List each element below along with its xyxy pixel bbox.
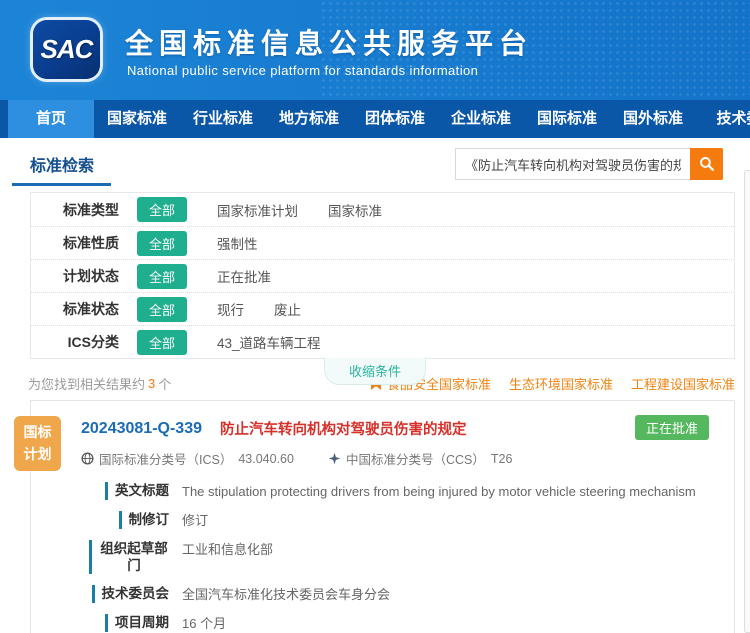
filter-label: 标准类型 — [49, 200, 119, 220]
filter-all-button[interactable]: 全部 — [137, 231, 187, 256]
card-head: 20243081-Q-339 防止汽车转向机构对驾驶员伤害的规定 — [31, 401, 734, 439]
detail-label: 项目周期 — [115, 614, 169, 632]
detail-value: 全国汽车标准化技术委员会车身分会 — [182, 585, 390, 603]
filter-all-button[interactable]: 全部 — [137, 330, 187, 355]
magnifier-icon — [699, 156, 715, 172]
detail-value: 16 个月 — [182, 614, 226, 632]
quick-link-engineering[interactable]: 工程建设国家标准 — [631, 374, 735, 393]
section-title-underline — [12, 183, 111, 186]
label-bar — [119, 511, 122, 529]
page: SAC 全国标准信息公共服务平台 National public service… — [0, 0, 750, 633]
search-input[interactable] — [455, 148, 690, 180]
ccs-value: T26 — [491, 452, 513, 466]
detail-row-drafting-department: 组织起草部门 工业和信息化部 — [73, 540, 734, 574]
filter-row-standard-status: 标准状态 全部 现行 废止 — [31, 292, 734, 325]
label-bar — [89, 540, 92, 574]
results-count-prefix: 为您找到相关结果约 — [28, 374, 145, 393]
standard-number-link[interactable]: 20243081-Q-339 — [81, 420, 202, 438]
filter-label: 标准状态 — [49, 299, 119, 319]
detail-row-project-period: 项目周期 16 个月 — [73, 614, 734, 632]
sac-logo[interactable]: SAC — [33, 20, 100, 79]
filter-row-ics-category: ICS分类 全部 43_道路车辆工程 — [31, 325, 734, 358]
detail-label: 英文标题 — [115, 482, 169, 500]
sac-logo-text: SAC — [41, 34, 93, 65]
filter-option[interactable]: 现行 — [217, 299, 244, 319]
filter-panel: 标准类型 全部 国家标准计划 国家标准 标准性质 全部 强制性 计划状态 全部 … — [30, 192, 735, 359]
status-badge: 正在批准 — [635, 415, 709, 440]
filter-all-button[interactable]: 全部 — [137, 264, 187, 289]
detail-value: 修订 — [182, 511, 208, 529]
standard-title-link[interactable]: 防止汽车转向机构对驾驶员伤害的规定 — [220, 418, 467, 439]
badge-line2: 计划 — [24, 444, 52, 466]
nav-item-home[interactable]: 首页 — [8, 100, 94, 138]
search-box — [455, 148, 723, 180]
side-panel-edge[interactable] — [744, 170, 750, 633]
card-details: 英文标题 The stipulation protecting drivers … — [31, 468, 734, 632]
filter-row-standard-nature: 标准性质 全部 强制性 — [31, 226, 734, 259]
nav-item-local-standards[interactable]: 地方标准 — [266, 100, 352, 138]
nav-item-group-standards[interactable]: 团体标准 — [352, 100, 438, 138]
filter-row-standard-type: 标准类型 全部 国家标准计划 国家标准 — [31, 193, 734, 226]
filter-row-plan-status: 计划状态 全部 正在批准 — [31, 259, 734, 292]
filter-option[interactable]: 43_道路车辆工程 — [217, 332, 321, 352]
site-title: 全国标准信息公共服务平台 — [125, 22, 533, 62]
ics-value: 43.040.60 — [238, 452, 294, 466]
filter-option[interactable]: 强制性 — [217, 233, 258, 253]
detail-row-technical-committee: 技术委员会 全国汽车标准化技术委员会车身分会 — [73, 585, 734, 603]
section-title-standard-search: 标准检索 — [30, 152, 94, 176]
search-button[interactable] — [690, 148, 723, 180]
filter-option[interactable]: 国家标准计划 — [217, 200, 298, 220]
ics-label: 国际标准分类号（ICS） — [99, 449, 232, 468]
main-nav: 首页 国家标准 行业标准 地方标准 团体标准 企业标准 国际标准 国外标准 技术… — [0, 100, 750, 138]
nav-item-foreign-standards[interactable]: 国外标准 — [610, 100, 696, 138]
detail-label: 技术委员会 — [102, 585, 170, 603]
filter-option[interactable]: 废止 — [274, 299, 301, 319]
quick-link-eco-environment[interactable]: 生态环境国家标准 — [509, 374, 613, 393]
nav-item-industry-standards[interactable]: 行业标准 — [180, 100, 266, 138]
filter-option[interactable]: 国家标准 — [328, 200, 382, 220]
ccs-label: 中国标准分类号（CCS） — [346, 449, 485, 468]
nav-gap — [0, 138, 750, 146]
site-subtitle: National public service platform for sta… — [127, 63, 478, 78]
classification-line: 国际标准分类号（ICS） 43.040.60 中国标准分类号（CCS） T26 — [31, 439, 734, 468]
detail-value: The stipulation protecting drivers from … — [182, 482, 696, 500]
nav-item-national-standards[interactable]: 国家标准 — [94, 100, 180, 138]
label-bar — [105, 614, 108, 632]
globe-icon — [81, 452, 94, 465]
results-count-suffix: 个 — [158, 374, 171, 393]
detail-value: 工业和信息化部 — [182, 540, 273, 574]
quick-links: 食品安全国家标准 生态环境国家标准 工程建设国家标准 — [371, 374, 735, 393]
filter-option[interactable]: 正在批准 — [217, 266, 271, 286]
filter-all-button[interactable]: 全部 — [137, 197, 187, 222]
detail-label: 组织起草部门 — [99, 540, 169, 574]
filter-label: ICS分类 — [49, 332, 119, 352]
results-count: 3 — [145, 376, 158, 391]
detail-label: 制修订 — [129, 511, 170, 529]
nav-item-international-standards[interactable]: 国际标准 — [524, 100, 610, 138]
search-section: 标准检索 — [0, 146, 750, 194]
compass-icon — [328, 452, 341, 465]
filter-label: 计划状态 — [49, 266, 119, 286]
label-bar — [92, 585, 95, 603]
badge-line1: 国标 — [24, 422, 52, 444]
filter-all-button[interactable]: 全部 — [137, 297, 187, 322]
collapse-conditions-button[interactable]: 收缩条件 — [324, 357, 426, 385]
nav-item-technical-committee[interactable]: 技术委 — [696, 100, 750, 138]
header: SAC 全国标准信息公共服务平台 National public service… — [0, 0, 750, 100]
detail-row-english-title: 英文标题 The stipulation protecting drivers … — [73, 482, 734, 500]
national-plan-badge: 国标 计划 — [14, 416, 61, 471]
nav-item-enterprise-standards[interactable]: 企业标准 — [438, 100, 524, 138]
label-bar — [105, 482, 108, 500]
result-card: 国标 计划 正在批准 20243081-Q-339 防止汽车转向机构对驾驶员伤害… — [30, 400, 735, 633]
filter-label: 标准性质 — [49, 233, 119, 253]
detail-row-revision-type: 制修订 修订 — [73, 511, 734, 529]
